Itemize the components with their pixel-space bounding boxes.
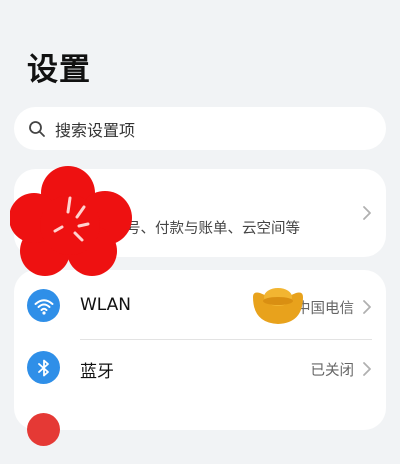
mobile-network-icon <box>27 413 60 446</box>
search-icon <box>28 120 46 138</box>
gold-ingot-icon <box>253 288 303 324</box>
search-bar[interactable]: 搜索设置项 <box>14 107 386 150</box>
settings-item-value: 已关闭 <box>310 363 355 379</box>
bluetooth-icon <box>27 351 60 384</box>
chevron-right-icon <box>362 361 372 377</box>
page-title: 设置 <box>27 52 91 88</box>
plum-blossom-icon <box>10 166 132 276</box>
settings-item-label: WLAN <box>80 295 132 315</box>
settings-item-label: 蓝牙 <box>80 362 114 382</box>
wifi-icon <box>27 289 60 322</box>
settings-item-bluetooth[interactable]: 蓝牙 已关闭 <box>14 334 386 402</box>
settings-item-next[interactable] <box>14 396 386 464</box>
search-placeholder: 搜索设置项 <box>55 120 136 140</box>
chevron-right-icon <box>362 299 372 315</box>
chevron-right-icon <box>362 205 372 221</box>
connectivity-settings-card: WLAN 中国电信 蓝牙 已关闭 <box>14 270 386 446</box>
account-description: 号、付款与账单、云空间等 <box>126 221 300 237</box>
settings-item-wlan[interactable]: WLAN 中国电信 <box>14 272 386 340</box>
